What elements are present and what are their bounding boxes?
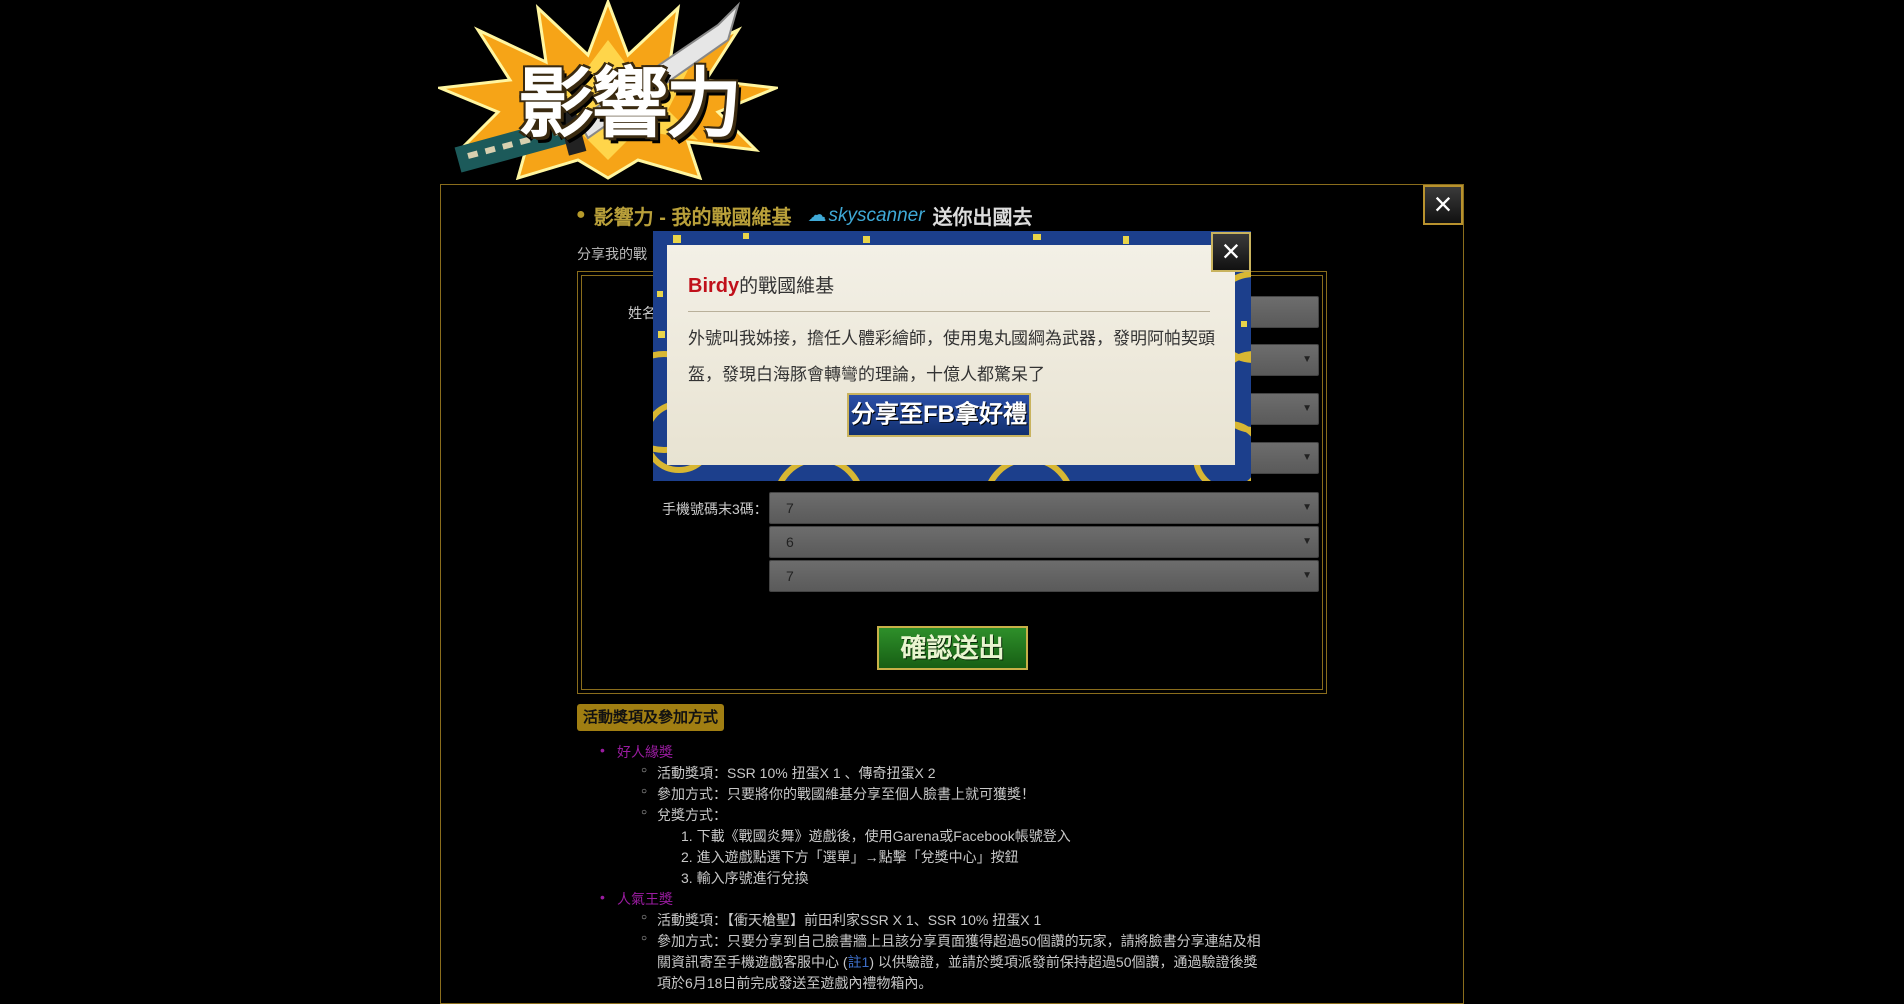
close-icon[interactable]: × [1423,185,1463,225]
phone-digit-1-value: 7 [786,500,794,516]
chevron-down-icon: ▼ [1302,354,1312,365]
modal-confetti [658,331,665,338]
footnote-link[interactable]: 註1 [848,954,870,970]
wiki-result-modal: Birdy的戰國維基 外號叫我姊接，擔任人體彩繪師，使用鬼丸國綱為武器，發明阿帕… [653,231,1251,481]
award2-prize: 活動獎項：【衝天槍聖】前田利家SSR X 1、SSR 10% 扭蛋X 1 [641,910,1041,930]
section-title-badge: 活動獎項及參加方式 [577,704,725,731]
modal-title-suffix: 的戰國維基 [739,276,835,297]
award1-step-3: 3. 輸入序號進行兌換 [681,870,809,886]
close-icon[interactable]: × [1211,232,1251,272]
award1-step-1: 1. 下載《戰國炎舞》遊戲後，使用Garena或Facebook帳號登入 [681,828,1071,844]
skyscanner-logo-text: skyscanner [828,204,925,226]
modal-player-name: Birdy [688,275,740,297]
chevron-down-icon: ▼ [1302,570,1312,581]
influence-logo: 影響力 [438,0,778,180]
phone-label: 手機號碼末3碼： [662,501,768,517]
modal-title: Birdy的戰國維基 [688,271,834,298]
award2-method-line-2: 關資訊寄至手機遊戲客服中心 (註1) 以供驗證，並請於獎項派發前保持超過50個讚… [657,952,1257,972]
modal-confetti [1123,236,1129,244]
chevron-down-icon: ▼ [1302,452,1312,463]
page-title-suffix: 送你出國去 [932,206,1033,229]
award1-prize: 活動獎項：SSR 10% 扭蛋X 1 、傳奇扭蛋X 2 [641,763,935,783]
share-to-fb-button[interactable]: 分享至FB拿好禮 [847,393,1031,437]
modal-divider [688,311,1210,312]
logo-text: 影響力 [518,59,742,148]
modal-confetti [1241,321,1247,327]
award2-method-text-a: 關資訊寄至手機遊戲客服中心 ( [657,954,848,970]
award-name-1: 好人緣獎 [600,742,673,762]
modal-confetti [863,236,870,243]
modal-confetti [657,291,663,297]
chevron-down-icon: ▼ [1302,403,1312,414]
skyscanner-cloud-icon: ☁ [807,204,827,226]
award1-method: 參加方式：只要將你的戰國維基分享至個人臉書上就可獲獎！ [641,784,1035,804]
phone-digit-1-select[interactable]: 7 ▼ [769,492,1319,524]
page-subtitle: 分享我的戰 [577,246,647,262]
skyscanner-logo: ☁ skyscanner [807,204,924,227]
award1-redeem: 兌獎方式： [641,805,727,825]
modal-confetti [743,233,749,239]
modal-confetti [673,235,681,243]
modal-confetti [1033,234,1041,240]
award2-method-line-3: 項於6月18日前完成發送至遊戲內禮物箱內。 [657,975,933,991]
chevron-down-icon: ▼ [1302,502,1312,513]
confirm-submit-button[interactable]: 確認送出 [877,626,1028,670]
modal-content-panel: Birdy的戰國維基 外號叫我姊接，擔任人體彩繪師，使用鬼丸國綱為武器，發明阿帕… [667,245,1235,465]
page-title: 影響力 - 我的戰國維基 [593,206,792,229]
phone-digit-3-value: 7 [786,568,794,584]
award1-step-2: 2. 進入遊戲點選下方「選單」→點擊「兌獎中心」按鈕 [681,849,1019,865]
modal-description: 外號叫我姊接，擔任人體彩繪師，使用鬼丸國綱為武器，發明阿帕契頭盔，發現白海豚會轉… [688,329,1215,384]
phone-digit-2-select[interactable]: 6 ▼ [769,526,1319,558]
page-title-row: ● 影響力 - 我的戰國維基 ☁ skyscanner 送你出國去 [576,200,1033,230]
name-label: 姓名 [628,305,656,321]
chevron-down-icon: ▼ [1302,536,1312,547]
phone-digit-3-select[interactable]: 7 ▼ [769,560,1319,592]
phone-digit-2-value: 6 [786,534,794,550]
award2-method-line-1: 參加方式：只要分享到自己臉書牆上且該分享頁面獲得超過50個讚的玩家，請將臉書分享… [641,931,1261,951]
award2-method-text-b: ) 以供驗證，並請於獎項派發前保持超過50個讚，通過驗證後獎 [869,954,1258,970]
title-bullet-icon: ● [576,206,586,223]
award-name-2: 人氣王獎 [600,889,673,909]
